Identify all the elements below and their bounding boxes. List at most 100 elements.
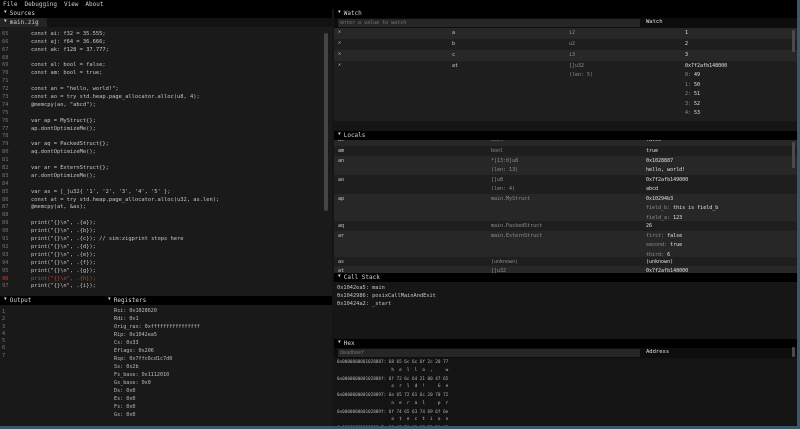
hex-row: 0x000000000102888f: 6f 72 6c 64 21 00 47… [337,376,797,391]
source-line: 69 const al: bool = false; [0,62,332,70]
line-number[interactable]: 77 [0,126,18,134]
value-text: false [667,233,682,239]
line-number[interactable]: 95 [0,268,18,276]
line-number[interactable]: 65 [0,31,18,39]
line-number[interactable]: 92 [0,244,18,252]
value-text: 50 [694,82,700,88]
hex-scrollbar[interactable] [792,347,795,357]
source-code-text: @memcpy(ao, "abcd"); [18,102,96,110]
delete-watch-icon[interactable]: ✕ [338,51,341,57]
line-number[interactable]: 67 [0,47,18,55]
value-label: 2: [685,91,694,97]
delete-watch-icon[interactable]: ✕ [338,40,341,46]
line-number[interactable]: 91 [0,236,18,244]
line-number[interactable]: 94 [0,260,18,268]
line-number[interactable]: 93 [0,252,18,260]
menu-item-file[interactable]: File [3,1,17,8]
watch-add-button[interactable]: Watch [646,20,663,26]
hex-panel-header[interactable]: ▼ Hex [334,339,797,348]
value-label: 4: [685,110,694,116]
hex-title: Hex [344,340,355,347]
callstack-panel-header[interactable]: ▼ Call Stack [334,273,797,282]
locals-row: ao[]u8(len: 4)0x7f2afb149000abcd [334,175,797,194]
line-number[interactable]: 72 [0,86,18,94]
line-number[interactable]: 76 [0,118,18,126]
hex-address-button[interactable]: Address [646,350,669,356]
register-row: Fs: 0x0 [114,403,332,411]
line-number[interactable]: 96 [0,276,18,284]
source-code-text: print("{}\n", .{c}); // sim:zigprint sto… [18,236,184,244]
source-lines: 6465 const ai: f32 = 35.555;66 const aj:… [0,27,332,291]
line-number[interactable]: 97 [0,283,18,291]
line-number[interactable]: 90 [0,228,18,236]
type-line: main.MyStruct [491,195,530,205]
line-number[interactable]: 75 [0,110,18,118]
variable-name-text: b [452,40,455,50]
menu-item-view[interactable]: View [64,1,78,8]
variable-value: false [646,140,661,146]
line-number[interactable]: 69 [0,62,18,70]
variable-value: 0x1028887hello, world! [646,157,685,176]
source-line: 65 const ai: f32 = 35.555; [0,31,332,39]
hex-address-input[interactable] [338,349,640,357]
locals-scrollbar[interactable] [792,142,795,168]
menu-item-debugging[interactable]: Debugging [24,1,57,8]
variable-type: u2 [569,40,575,50]
line-number[interactable]: 74 [0,102,18,110]
value-line: 0: 49 [685,71,727,81]
line-number[interactable]: 66 [0,39,18,47]
line-number[interactable]: 71 [0,78,18,86]
line-number[interactable]: 79 [0,141,18,149]
source-line: 68 [0,55,332,63]
output-panel-header[interactable]: ▼ Output [0,296,104,305]
line-number[interactable]: 81 [0,157,18,165]
variable-type: []u32(len: 5) [569,62,593,81]
watch-scrollbar[interactable] [792,30,795,52]
source-code-text: var aq = PackedStruct{}; [18,141,109,149]
variable-name-text: at [452,62,458,72]
line-number[interactable]: 68 [0,55,18,63]
menu-item-about[interactable]: About [85,1,103,8]
source-line: 77 ap.dontOptimizeMe(); [0,126,332,134]
watch-panel-header[interactable]: ▼ Watch [334,9,797,18]
line-number[interactable]: 84 [0,181,18,189]
locals-rows: alboolfalseambooltruean*[13:0]u8(len: 13… [334,140,797,273]
registers-panel-header[interactable]: ▼ Registers [104,296,332,305]
value-label: 3: [685,101,694,107]
callstack-frame[interactable]: 0x1042986: posixCallMainAndExit [337,292,797,300]
delete-watch-icon[interactable]: ✕ [338,62,341,68]
type-line: []u32 [491,267,506,274]
register-row: Rsi: 0x1028620 [114,307,332,315]
line-number[interactable]: 85 [0,189,18,197]
source-scrollbar[interactable] [324,33,328,211]
line-number[interactable]: 70 [0,70,18,78]
callstack-frame[interactable]: 0x10424a2: _start [337,300,797,308]
value-line: false [646,140,661,146]
line-number[interactable]: 80 [0,149,18,157]
delete-watch-icon[interactable]: ✕ [338,29,341,35]
source-code-text: ap.dontOptimizeMe(); [18,126,96,134]
line-number[interactable]: 83 [0,173,18,181]
line-number[interactable]: 78 [0,133,18,141]
source-line: 85 var as = [_]u32{ '1', '2', '3', '4', … [0,189,332,197]
line-number[interactable]: 89 [0,220,18,228]
output-line-number: 7 [2,353,104,360]
line-number[interactable]: 73 [0,94,18,102]
value-label: field_a: [646,215,673,221]
source-code-text: const at = try std.heap.page_allocator.a… [18,197,219,205]
watch-input[interactable] [338,19,640,27]
collapse-icon: ▼ [338,133,341,138]
callstack-frame[interactable]: 0x1042ea5: main [337,284,797,292]
source-line: 74 @memcpy(ao, "abcd"); [0,102,332,110]
line-number[interactable]: 88 [0,212,18,220]
variable-value: first: falsesecond: truethird: 6 [646,232,682,261]
tab-main-zig[interactable]: ▼ main.zig [0,18,47,27]
line-number[interactable]: 87 [0,204,18,212]
line-number[interactable]: 86 [0,197,18,205]
source-code-text: var ar = ExternStruct{}; [18,165,109,173]
locals-panel-header[interactable]: ▼ Locals [334,131,797,140]
line-number[interactable]: 82 [0,165,18,173]
output-panel: ▼ Output 1234567 [0,296,104,426]
source-code-text: var ap = MyStruct{}; [18,118,96,126]
sources-panel-header[interactable]: ▼ Sources [0,9,332,18]
